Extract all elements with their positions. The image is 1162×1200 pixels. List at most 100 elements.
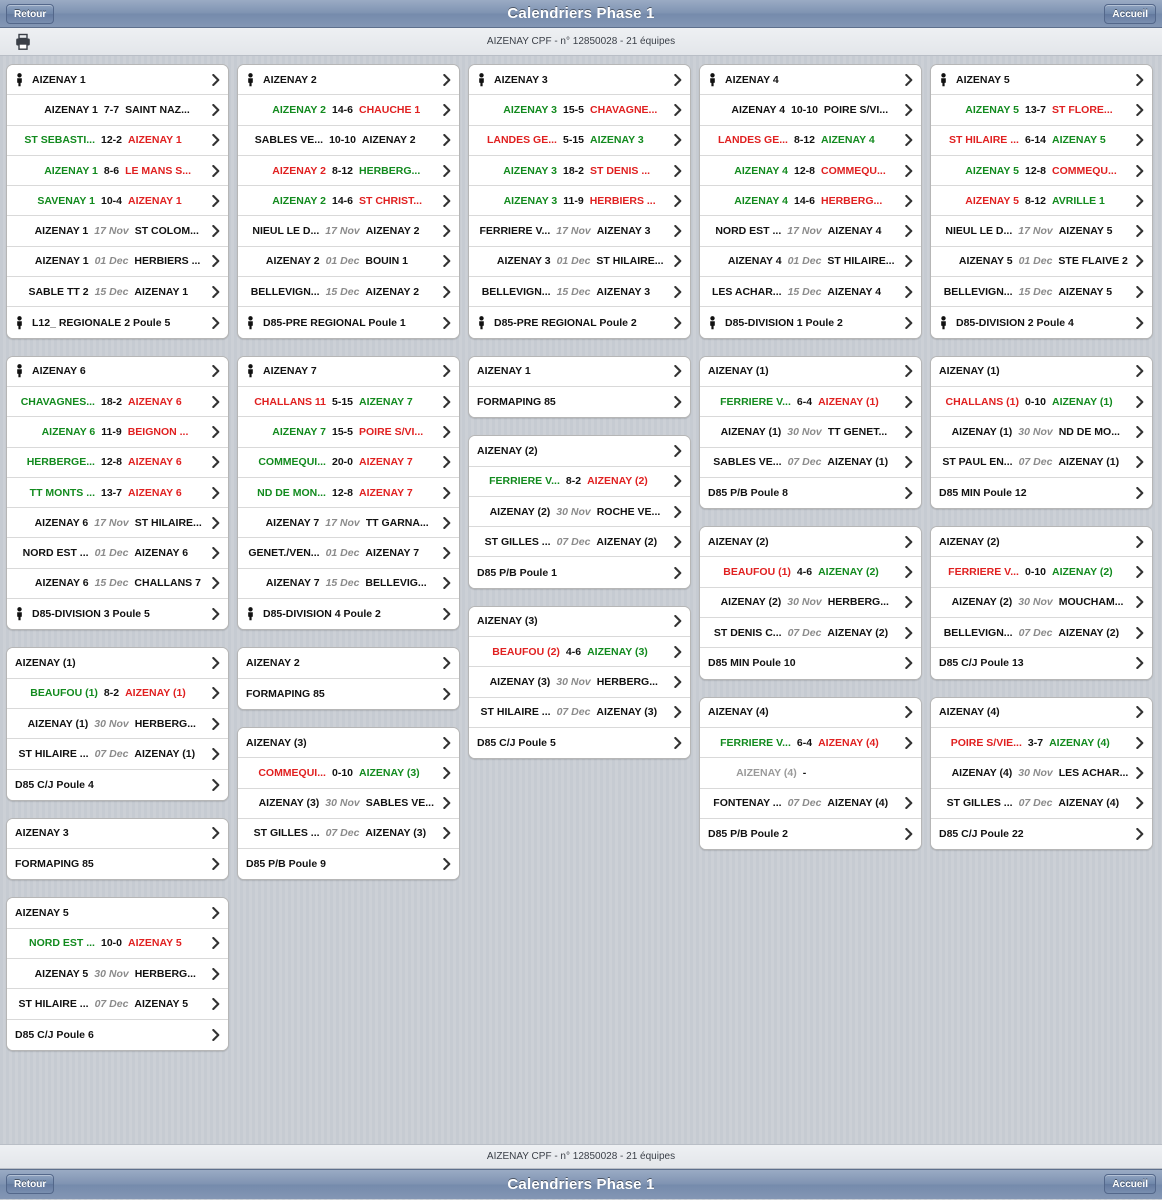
pool-row[interactable]: D85 C/J Poule 22: [931, 818, 1152, 850]
home-button[interactable]: Accueil: [1104, 4, 1156, 24]
info-row[interactable]: FORMAPING 85: [7, 849, 228, 880]
match-row[interactable]: ST SEBASTI... 12-2 AIZENAY 1: [7, 125, 228, 156]
card-header-row[interactable]: AIZENAY 7: [238, 356, 459, 387]
match-row[interactable]: BELLEVIGN... 15 Dec AIZENAY 5: [931, 277, 1152, 308]
print-icon[interactable]: [14, 33, 32, 51]
match-row[interactable]: POIRE S/VIE... 3-7 AIZENAY (4): [931, 727, 1152, 759]
card-header-row[interactable]: AIZENAY 2: [238, 65, 459, 96]
match-row[interactable]: AIZENAY 3 15-5 CHAVAGNE...: [469, 95, 690, 126]
pool-row[interactable]: D85 C/J Poule 4: [7, 769, 228, 800]
match-row[interactable]: BEAUFOU (1) 8-2 AIZENAY (1): [7, 678, 228, 709]
match-row[interactable]: BEAUFOU (2) 4-6 AIZENAY (3): [469, 637, 690, 668]
card-header-row[interactable]: AIZENAY (2): [469, 436, 690, 467]
card-header-row[interactable]: AIZENAY 4: [700, 65, 921, 96]
match-row[interactable]: BELLEVIGN... 15 Dec AIZENAY 3: [469, 277, 690, 308]
pool-row[interactable]: D85 C/J Poule 5: [469, 727, 690, 759]
match-row[interactable]: AIZENAY 7 15-5 POIRE S/VI...: [238, 417, 459, 448]
match-row[interactable]: LES ACHAR... 15 Dec AIZENAY 4: [700, 277, 921, 308]
match-row[interactable]: SABLES VE... 07 Dec AIZENAY (1): [700, 447, 921, 478]
match-row[interactable]: LANDES GE... 5-15 AIZENAY 3: [469, 125, 690, 156]
match-row[interactable]: ST HILAIRE ... 6-14 AIZENAY 5: [931, 125, 1152, 156]
match-row[interactable]: AIZENAY 4 01 Dec ST HILAIRE...: [700, 246, 921, 278]
card-header-row[interactable]: AIZENAY 6: [7, 356, 228, 387]
pool-row[interactable]: D85 P/B Poule 8: [700, 477, 921, 509]
match-row[interactable]: COMMEQUI... 20-0 AIZENAY 7: [238, 447, 459, 478]
pool-row[interactable]: D85 P/B Poule 1: [469, 557, 690, 588]
card-header-row[interactable]: AIZENAY 2: [238, 648, 459, 679]
card-header-row[interactable]: AIZENAY (4): [700, 697, 921, 728]
match-row[interactable]: AIZENAY 3 18-2 ST DENIS ...: [469, 155, 690, 187]
card-header-row[interactable]: AIZENAY (1): [931, 356, 1152, 387]
match-row[interactable]: AIZENAY 1 01 Dec HERBIERS ...: [7, 246, 228, 278]
match-row[interactable]: AIZENAY 1 7-7 SAINT NAZ...: [7, 95, 228, 126]
match-row[interactable]: AIZENAY 6 11-9 BEIGNON ...: [7, 417, 228, 448]
match-row[interactable]: FERRIERE V... 8-2 AIZENAY (2): [469, 466, 690, 497]
match-row[interactable]: SABLE TT 2 15 Dec AIZENAY 1: [7, 277, 228, 308]
match-row[interactable]: AIZENAY 7 15 Dec BELLEVIG...: [238, 568, 459, 600]
pool-row[interactable]: D85-PRE REGIONAL Poule 2: [469, 307, 690, 338]
match-row[interactable]: NORD EST ... 10-0 AIZENAY 5: [7, 928, 228, 960]
match-row[interactable]: AIZENAY 2 8-12 HERBERG...: [238, 155, 459, 187]
pool-row[interactable]: D85 C/J Poule 6: [7, 1019, 228, 1050]
pool-row[interactable]: D85 C/J Poule 13: [931, 648, 1152, 679]
match-row[interactable]: AIZENAY 1 8-6 LE MANS S...: [7, 155, 228, 187]
card-header-row[interactable]: AIZENAY 3: [7, 818, 228, 850]
match-row[interactable]: ST GILLES ... 07 Dec AIZENAY (4): [931, 788, 1152, 819]
match-row[interactable]: CHALLANS 11 5-15 AIZENAY 7: [238, 386, 459, 418]
match-row[interactable]: AIZENAY (2) 30 Nov MOUCHAM...: [931, 587, 1152, 619]
match-row[interactable]: AIZENAY 5 8-12 AVRILLE 1: [931, 186, 1152, 217]
pool-row[interactable]: D85-DIVISION 2 Poule 4: [931, 307, 1152, 338]
match-row[interactable]: AIZENAY 3 11-9 HERBIERS ...: [469, 186, 690, 217]
match-row[interactable]: ST GILLES ... 07 Dec AIZENAY (2): [469, 527, 690, 558]
match-row[interactable]: NORD EST ... 17 Nov AIZENAY 4: [700, 216, 921, 247]
match-row[interactable]: ST HILAIRE ... 07 Dec AIZENAY (1): [7, 739, 228, 770]
match-row[interactable]: FERRIERE V... 17 Nov AIZENAY 3: [469, 216, 690, 247]
card-header-row[interactable]: AIZENAY 3: [469, 65, 690, 96]
pool-row[interactable]: D85-PRE REGIONAL Poule 1: [238, 307, 459, 338]
back-button-bottom[interactable]: Retour: [6, 1174, 55, 1194]
match-row[interactable]: FERRIERE V... 0-10 AIZENAY (2): [931, 557, 1152, 588]
match-row[interactable]: ST PAUL EN... 07 Dec AIZENAY (1): [931, 447, 1152, 478]
match-row[interactable]: AIZENAY 2 01 Dec BOUIN 1: [238, 246, 459, 278]
pool-row[interactable]: D85-DIVISION 4 Poule 2: [238, 599, 459, 630]
card-header-row[interactable]: AIZENAY (2): [931, 527, 1152, 558]
pool-row[interactable]: D85-DIVISION 1 Poule 2: [700, 307, 921, 338]
pool-row[interactable]: L12_ REGIONALE 2 Poule 5: [7, 307, 228, 338]
card-header-row[interactable]: AIZENAY 5: [7, 898, 228, 929]
home-button-bottom[interactable]: Accueil: [1104, 1174, 1156, 1194]
match-row[interactable]: TT MONTS ... 13-7 AIZENAY 6: [7, 477, 228, 509]
match-row[interactable]: FONTENAY ... 07 Dec AIZENAY (4): [700, 788, 921, 819]
match-row[interactable]: NIEUL LE D... 17 Nov AIZENAY 2: [238, 216, 459, 247]
match-row[interactable]: AIZENAY (4) 30 Nov LES ACHAR...: [931, 758, 1152, 789]
match-row[interactable]: SABLES VE... 10-10 AIZENAY 2: [238, 125, 459, 156]
match-row[interactable]: ST HILAIRE ... 07 Dec AIZENAY (3): [469, 697, 690, 728]
pool-row[interactable]: D85 P/B Poule 2: [700, 818, 921, 850]
match-row[interactable]: AIZENAY (1) 30 Nov TT GENET...: [700, 417, 921, 448]
card-header-row[interactable]: AIZENAY (3): [469, 606, 690, 638]
match-row[interactable]: COMMEQUI... 0-10 AIZENAY (3): [238, 758, 459, 789]
match-row[interactable]: AIZENAY 1 17 Nov ST COLOM...: [7, 216, 228, 247]
card-header-row[interactable]: AIZENAY 1: [469, 356, 690, 387]
back-button[interactable]: Retour: [6, 4, 55, 24]
match-row[interactable]: AIZENAY (1) 30 Nov ND DE MO...: [931, 417, 1152, 448]
match-row[interactable]: CHALLANS (1) 0-10 AIZENAY (1): [931, 386, 1152, 418]
match-row[interactable]: AIZENAY 4 10-10 POIRE S/VI...: [700, 95, 921, 126]
match-row[interactable]: AIZENAY 3 01 Dec ST HILAIRE...: [469, 246, 690, 278]
match-row[interactable]: AIZENAY 4 14-6 HERBERG...: [700, 186, 921, 217]
pool-row[interactable]: D85 MIN Poule 12: [931, 477, 1152, 509]
match-row[interactable]: CHAVAGNES... 18-2 AIZENAY 6: [7, 386, 228, 418]
pool-row[interactable]: D85 MIN Poule 10: [700, 648, 921, 679]
match-row[interactable]: ST DENIS C... 07 Dec AIZENAY (2): [700, 618, 921, 649]
match-row[interactable]: GENET./VEN... 01 Dec AIZENAY 7: [238, 538, 459, 569]
pool-row[interactable]: D85 P/B Poule 9: [238, 849, 459, 880]
info-row[interactable]: FORMAPING 85: [238, 678, 459, 709]
match-row[interactable]: AIZENAY 7 17 Nov TT GARNA...: [238, 508, 459, 539]
match-row[interactable]: ST GILLES ... 07 Dec AIZENAY (3): [238, 818, 459, 850]
match-row[interactable]: AIZENAY (2) 30 Nov ROCHE VE...: [469, 496, 690, 528]
match-row[interactable]: FERRIERE V... 6-4 AIZENAY (1): [700, 386, 921, 418]
match-row[interactable]: AIZENAY 6 15 Dec CHALLANS 7: [7, 568, 228, 600]
match-row[interactable]: ND DE MON... 12-8 AIZENAY 7: [238, 477, 459, 509]
info-row[interactable]: FORMAPING 85: [469, 386, 690, 418]
match-row[interactable]: AIZENAY 5 30 Nov HERBERG...: [7, 959, 228, 990]
match-row[interactable]: BELLEVIGN... 15 Dec AIZENAY 2: [238, 277, 459, 308]
